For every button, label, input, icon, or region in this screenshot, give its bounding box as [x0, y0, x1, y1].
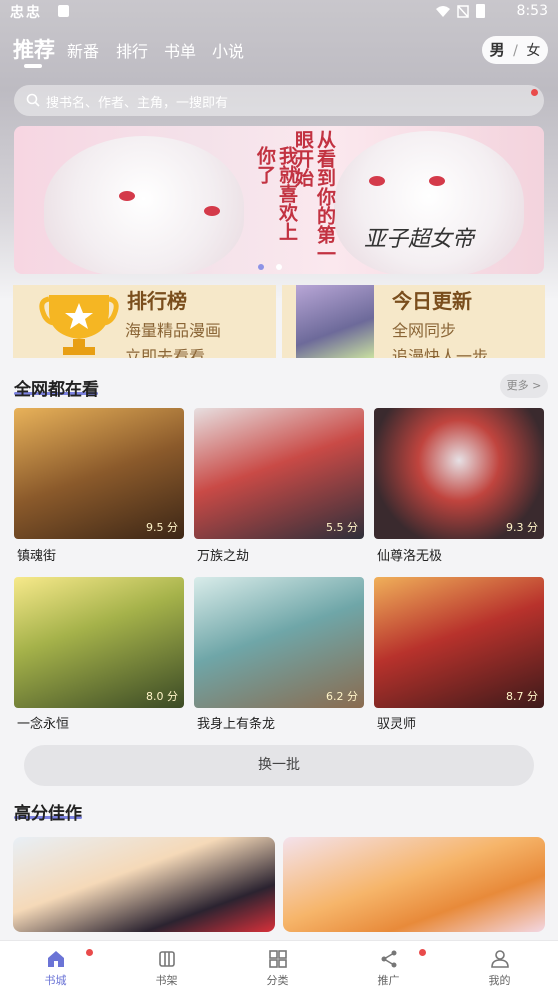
tab-novel[interactable]: 小说	[212, 38, 244, 62]
banner-carousel[interactable]: 从看到你的第一眼开始 我就喜欢上你了 亚子超女帝	[14, 126, 544, 274]
gender-separator: /	[513, 43, 518, 59]
gender-female[interactable]: 女	[526, 43, 540, 59]
ranking-title: 排行榜	[127, 289, 187, 313]
today-update-subtitle: 全网同步	[392, 321, 457, 340]
comic-title[interactable]: 一念永恒	[17, 713, 69, 732]
notification-icon	[58, 5, 69, 17]
comic-score: 6.2 分	[326, 690, 358, 703]
banner-text-2: 我就喜欢上你了	[254, 146, 298, 241]
tab-new[interactable]: 新番	[67, 38, 99, 62]
nav-bookshelf[interactable]: 书架	[111, 941, 222, 993]
high-score-card[interactable]	[283, 837, 545, 932]
high-score-card[interactable]	[13, 837, 275, 932]
nav-label: 书城	[44, 974, 67, 987]
nav-badge	[86, 949, 93, 956]
status-app-icons: 忠忠	[10, 5, 42, 21]
nav-mine[interactable]: 我的	[444, 941, 555, 993]
comic-score: 8.0 分	[146, 690, 178, 703]
user-icon	[491, 950, 509, 968]
today-update-card[interactable]: 今日更新 全网同步 追漫快人一步	[282, 285, 545, 358]
comic-cover[interactable]: 5.5 分	[194, 408, 364, 539]
banner-dot	[276, 264, 282, 270]
nav-promote[interactable]: 推广	[333, 941, 444, 993]
section-title-watching: 全网都在看	[14, 380, 99, 400]
nav-label: 分类	[266, 974, 289, 987]
comic-title[interactable]: 我身上有条龙	[197, 713, 275, 732]
banner-dot-active	[258, 264, 264, 270]
more-button[interactable]: 更多 >	[500, 374, 548, 398]
nav-badge	[419, 949, 426, 956]
comic-title[interactable]: 镇魂街	[17, 545, 56, 564]
category-icon	[269, 950, 287, 968]
tab-booklist[interactable]: 书单	[164, 38, 196, 62]
comic-score: 5.5 分	[326, 521, 358, 534]
search-badge	[531, 89, 538, 96]
comic-score: 9.5 分	[146, 521, 178, 534]
section-title-high-score: 高分佳作	[14, 804, 82, 824]
tab-recommend[interactable]: 推荐	[13, 34, 55, 64]
bookshelf-icon	[159, 951, 175, 967]
comic-title[interactable]: 仙尊洛无极	[377, 545, 442, 564]
ranking-subtitle: 海量精品漫画	[125, 321, 222, 340]
comic-cover[interactable]: 9.3 分	[374, 408, 544, 539]
gender-male[interactable]: 男	[490, 41, 505, 59]
comic-score: 8.7 分	[506, 690, 538, 703]
ranking-card[interactable]: 排行榜 海量精品漫画 立即去看看	[13, 285, 276, 358]
nav-category[interactable]: 分类	[222, 941, 333, 993]
comic-title[interactable]: 万族之劫	[197, 545, 249, 564]
nav-label: 我的	[488, 974, 511, 987]
banner-signature: 亚子超女帝	[364, 227, 475, 252]
banner-text-1: 从看到你的第一眼开始	[292, 130, 336, 263]
gender-toggle[interactable]: 男 / 女	[482, 36, 548, 64]
share-icon	[381, 950, 397, 968]
ranking-subtitle-2: 立即去看看	[125, 347, 206, 358]
comic-cover[interactable]: 6.2 分	[194, 577, 364, 708]
today-update-title: 今日更新	[392, 289, 472, 313]
search-bar[interactable]: 搜书名、作者、主角，一搜即有	[14, 85, 544, 116]
comic-cover[interactable]: 9.5 分	[14, 408, 184, 539]
bottom-navigation: 书城 书架 分类 推广 我的	[0, 940, 558, 993]
nav-label: 推广	[377, 974, 400, 987]
swap-batch-button[interactable]: 换一批	[24, 745, 534, 786]
search-placeholder: 搜书名、作者、主角，一搜即有	[46, 96, 229, 111]
comic-title[interactable]: 驭灵师	[377, 713, 416, 732]
comic-cover[interactable]: 8.0 分	[14, 577, 184, 708]
nav-bookstore[interactable]: 书城	[0, 941, 111, 993]
home-icon	[48, 951, 64, 967]
comic-cover[interactable]: 8.7 分	[374, 577, 544, 708]
status-right: 8:53	[434, 2, 548, 20]
tab-ranking[interactable]: 排行	[116, 38, 148, 62]
search-icon	[26, 93, 40, 107]
today-update-image	[296, 285, 374, 358]
comic-score: 9.3 分	[506, 521, 538, 534]
banner-character-left	[44, 136, 244, 274]
today-update-subtitle-2: 追漫快人一步	[392, 347, 489, 358]
status-bar: 忠忠 8:53	[0, 0, 558, 24]
signal-battery-icon	[436, 4, 486, 18]
trophy-icon	[39, 295, 119, 355]
nav-label: 书架	[155, 974, 178, 987]
tab-active-indicator	[24, 64, 42, 68]
status-time: 8:53	[516, 3, 548, 19]
